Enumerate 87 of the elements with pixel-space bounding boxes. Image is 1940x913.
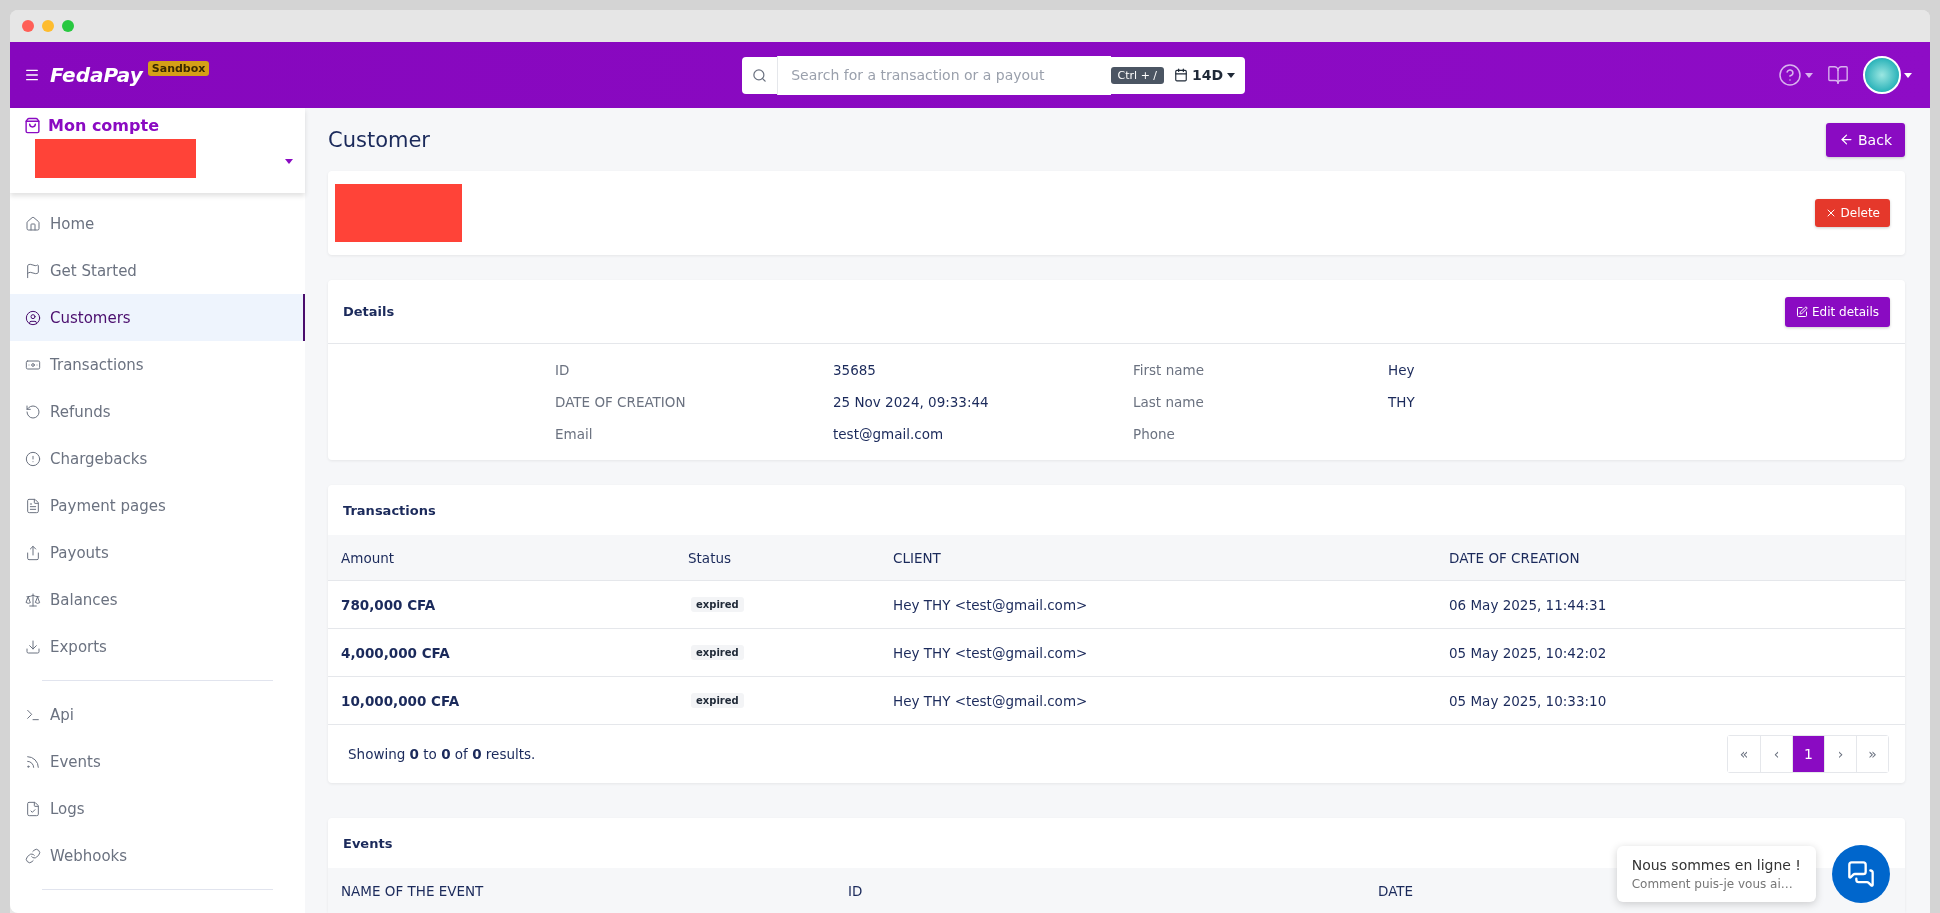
field-label: ID bbox=[555, 362, 571, 378]
book-icon[interactable] bbox=[1827, 64, 1849, 86]
close-window-dot[interactable] bbox=[22, 20, 34, 32]
card-title: Details bbox=[343, 304, 395, 319]
column-header: DATE bbox=[1378, 882, 1414, 899]
pagination-button[interactable]: » bbox=[1856, 736, 1888, 772]
field-value: 35685 bbox=[833, 362, 877, 378]
account-title: Mon compte bbox=[48, 116, 159, 135]
amount-cell-text: 4,000,000 CFA bbox=[341, 644, 451, 661]
results-summary: Showing 0 to 0 of 0 results. bbox=[348, 746, 536, 762]
date-cell-text: 05 May 2025, 10:42:02 bbox=[1449, 644, 1608, 661]
shortcut-hint: Ctrl + / bbox=[1110, 66, 1165, 84]
link-icon bbox=[25, 847, 41, 864]
menu-icon[interactable] bbox=[24, 67, 40, 83]
sidebar-item[interactable]: Api bbox=[10, 691, 305, 738]
alert-circle-icon bbox=[25, 450, 41, 467]
document-icon bbox=[25, 497, 41, 514]
sidebar-item[interactable]: Payouts bbox=[10, 529, 305, 576]
rss-icon bbox=[25, 753, 41, 770]
calendar-icon bbox=[1174, 68, 1189, 82]
logo[interactable]: FedaPay bbox=[50, 63, 143, 87]
sidebar-item[interactable]: Chargebacks bbox=[10, 435, 305, 482]
help-icon[interactable] bbox=[1778, 63, 1813, 87]
field-value: THY bbox=[1388, 394, 1416, 410]
pagination-button[interactable]: 1 bbox=[1792, 736, 1824, 772]
field-label: Email bbox=[555, 426, 594, 442]
sidebar-item[interactable]: Events bbox=[10, 738, 305, 785]
sidebar-item[interactable]: Refunds bbox=[10, 388, 305, 435]
avatar-menu[interactable] bbox=[1863, 56, 1912, 94]
maximize-window-dot[interactable] bbox=[62, 20, 74, 32]
sidebar-item[interactable]: Customers bbox=[10, 294, 305, 341]
sidebar-item[interactable]: Balances bbox=[10, 576, 305, 623]
field-value: test@gmail.com bbox=[833, 426, 945, 442]
search-field[interactable]: Search for a transaction or a payout Ctrl + / 14D bbox=[742, 56, 1246, 94]
sidebar-item[interactable]: Transactions bbox=[10, 341, 305, 388]
download-icon bbox=[25, 638, 41, 655]
sidebar-item[interactable]: Logs bbox=[10, 785, 305, 832]
sidebar-item[interactable]: Home bbox=[10, 200, 305, 247]
chat-subtitle: Comment puis-je vous ai… bbox=[1631, 877, 1794, 891]
user-circle-icon bbox=[25, 309, 41, 326]
field-label: Phone bbox=[1133, 426, 1176, 442]
home-icon bbox=[25, 215, 41, 232]
column-header: ID bbox=[848, 882, 863, 899]
card-title: Events bbox=[343, 835, 393, 851]
field-value: 25 Nov 2024, 09:33:44 bbox=[833, 394, 990, 410]
column-header: NAME OF THE EVENT bbox=[341, 882, 484, 899]
status-badge: expired bbox=[691, 597, 744, 612]
page-title: Customer bbox=[328, 127, 430, 152]
minimize-window-dot[interactable] bbox=[42, 20, 54, 32]
document-check-icon bbox=[25, 800, 41, 817]
amount-cell-text: 10,000,000 CFA bbox=[341, 692, 461, 709]
share-icon bbox=[25, 544, 41, 561]
period-dropdown[interactable]: 14D bbox=[1174, 67, 1236, 83]
chat-title: Nous sommes en ligne ! bbox=[1631, 857, 1801, 873]
client-cell-text: Hey THY <test@gmail.com> bbox=[893, 692, 1089, 709]
column-header: DATE OF CREATION bbox=[1449, 549, 1580, 566]
sidebar-item[interactable]: Webhooks bbox=[10, 832, 305, 879]
client-cell-text: Hey THY <test@gmail.com> bbox=[893, 644, 1089, 661]
column-header: CLIENT bbox=[893, 549, 941, 566]
status-badge: expired bbox=[691, 645, 744, 660]
edit-icon bbox=[1795, 305, 1808, 318]
environment-badge: Sandbox bbox=[147, 61, 210, 76]
bag-icon bbox=[24, 117, 41, 134]
date-cell-text: 05 May 2025, 10:33:10 bbox=[1449, 692, 1608, 709]
field-label: DATE OF CREATION bbox=[555, 394, 687, 410]
client-cell-text: Hey THY <test@gmail.com> bbox=[893, 596, 1089, 613]
status-badge: expired bbox=[691, 693, 744, 708]
edit-details-button[interactable]: Edit details bbox=[1784, 296, 1890, 327]
field-label: Last name bbox=[1133, 394, 1205, 410]
rotate-arrow-icon bbox=[25, 403, 41, 420]
scale-icon bbox=[25, 591, 41, 608]
field-value: Hey bbox=[1388, 362, 1416, 378]
column-header: Status bbox=[688, 549, 732, 566]
search-icon bbox=[752, 67, 768, 83]
field-label: First name bbox=[1133, 362, 1205, 378]
amount-cell-text: 780,000 CFA bbox=[341, 596, 437, 613]
card-title: Transactions bbox=[343, 502, 436, 518]
back-button[interactable]: Back bbox=[1826, 122, 1905, 157]
delete-button[interactable]: Delete bbox=[1814, 199, 1890, 227]
column-header: Amount bbox=[341, 549, 395, 566]
date-cell-text: 06 May 2025, 11:44:31 bbox=[1449, 596, 1608, 613]
sidebar-item[interactable]: Payment pages bbox=[10, 482, 305, 529]
flag-icon bbox=[25, 262, 41, 279]
sidebar-item[interactable]: Exports bbox=[10, 623, 305, 670]
sidebar-item[interactable]: Get Started bbox=[10, 247, 305, 294]
chat-icon bbox=[1847, 860, 1875, 888]
chat-bubble[interactable]: Nous sommes en ligne ! Comment puis-je vous ai… bbox=[1616, 846, 1816, 902]
